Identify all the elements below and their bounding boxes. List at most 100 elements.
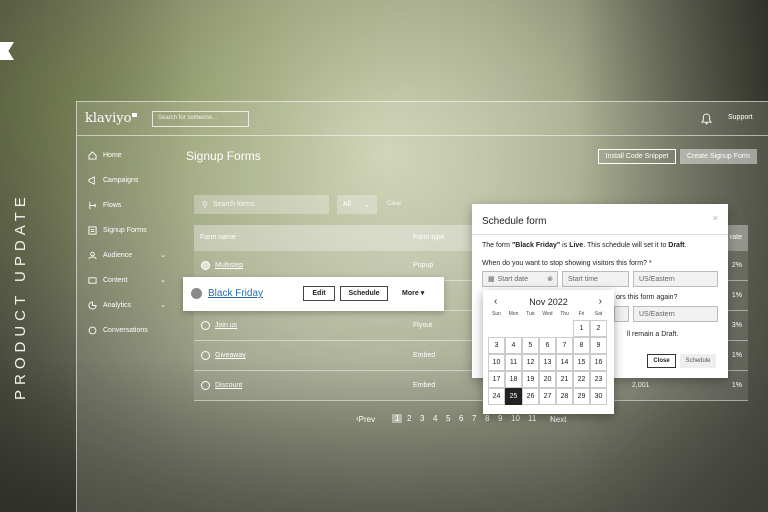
page-1-button[interactable]: 1 xyxy=(392,414,403,423)
calendar-day[interactable]: 10 xyxy=(488,354,505,371)
schedule-button[interactable]: Schedule xyxy=(340,286,388,301)
page-8-button[interactable]: 8 xyxy=(485,414,489,423)
calendar-day[interactable]: 22 xyxy=(573,371,590,388)
desc-form-name: "Black Friday" xyxy=(511,242,561,249)
clear-date-icon[interactable]: ⊗ xyxy=(547,275,553,283)
page-2-button[interactable]: 2 xyxy=(407,414,411,423)
calendar-day[interactable]: 18 xyxy=(505,371,522,388)
resume-time-field[interactable] xyxy=(614,306,629,322)
close-button[interactable]: Close xyxy=(647,354,676,368)
page-4-button[interactable]: 4 xyxy=(433,414,437,423)
calendar-month-label: Nov 2022 xyxy=(529,297,568,307)
page-6-button[interactable]: 6 xyxy=(459,414,463,423)
calendar-day[interactable]: 2 xyxy=(590,320,607,337)
start-time-field[interactable]: Start time xyxy=(562,271,629,287)
form-name-link[interactable]: Black Friday xyxy=(208,288,263,299)
sidebar-item-signup-forms[interactable]: Signup Forms xyxy=(88,223,166,237)
sidebar-item-campaigns[interactable]: Campaigns xyxy=(88,173,166,187)
form-name-link[interactable]: Giveaway xyxy=(215,352,246,359)
calendar-day[interactable]: 13 xyxy=(539,354,556,371)
page-3-button[interactable]: 3 xyxy=(420,414,424,423)
calendar-day[interactable]: 20 xyxy=(539,371,556,388)
calendar-day[interactable]: 15 xyxy=(573,354,590,371)
weekday-label: Mon xyxy=(508,311,519,317)
install-code-snippet-button[interactable]: Install Code Snippet xyxy=(598,149,676,164)
global-search-input[interactable]: Search for someone... xyxy=(152,111,249,127)
stop-question-label: When do you want to stop showing visitor… xyxy=(482,260,652,267)
calendar-day[interactable]: 14 xyxy=(556,354,573,371)
calendar-day[interactable]: 7 xyxy=(556,337,573,354)
column-header-rate[interactable]: rate xyxy=(730,234,742,241)
desc-text: . This schedule will set it to xyxy=(583,242,669,249)
calendar-day[interactable]: 17 xyxy=(488,371,505,388)
desc-status-live: Live xyxy=(569,242,584,249)
calendar-day[interactable]: 16 xyxy=(590,354,607,371)
calendar-day[interactable]: 6 xyxy=(539,337,556,354)
calendar-day[interactable]: 4 xyxy=(505,337,522,354)
more-menu-button[interactable]: More ▾ xyxy=(402,289,424,297)
form-name-link[interactable]: Join us xyxy=(215,322,237,329)
page-11-button[interactable]: 11 xyxy=(528,414,536,423)
calendar-day[interactable]: 3 xyxy=(488,337,505,354)
klaviyo-logo[interactable]: klaviyo xyxy=(85,111,138,126)
page-10-button[interactable]: 10 xyxy=(511,414,520,423)
sidebar-item-content[interactable]: Content ⌄ xyxy=(88,273,166,287)
page-9-button[interactable]: 9 xyxy=(498,414,502,423)
calendar-day[interactable]: 27 xyxy=(539,388,556,405)
calendar-day[interactable]: 24 xyxy=(488,388,505,405)
calendar-day[interactable]: 30 xyxy=(590,388,607,405)
calendar-day[interactable]: 11 xyxy=(505,354,522,371)
calendar-day-selected[interactable]: 25 xyxy=(505,388,522,405)
timezone-select[interactable]: US/Eastern xyxy=(633,271,718,287)
form-name-link[interactable]: Multistep xyxy=(215,262,243,269)
edit-button[interactable]: Edit xyxy=(303,286,335,301)
bell-icon[interactable] xyxy=(701,113,712,125)
support-link[interactable]: Support xyxy=(728,114,753,121)
form-rate: 1% xyxy=(731,352,742,359)
form-name-link[interactable]: Discount xyxy=(215,382,242,389)
calendar-day[interactable]: 26 xyxy=(522,388,539,405)
content-icon xyxy=(88,276,97,284)
column-header-name[interactable]: Form name xyxy=(200,234,236,241)
campaigns-icon xyxy=(88,175,95,185)
sidebar-item-flows[interactable]: Flows xyxy=(88,198,166,212)
timezone-select-2[interactable]: US/Eastern xyxy=(633,306,718,322)
calendar-day[interactable]: 29 xyxy=(573,388,590,405)
calendar-day[interactable]: 8 xyxy=(573,337,590,354)
prev-page-button[interactable]: ‹ Prev xyxy=(356,414,375,424)
analytics-icon xyxy=(88,300,97,310)
form-rate: 1% xyxy=(731,292,742,299)
create-signup-form-button[interactable]: Create Signup Form xyxy=(680,149,757,164)
form-type: Embed xyxy=(413,382,436,389)
calendar-day[interactable]: 19 xyxy=(522,371,539,388)
filter-value: All xyxy=(343,201,351,208)
calendar-day[interactable]: 12 xyxy=(522,354,539,371)
calendar-day[interactable]: 9 xyxy=(590,337,607,354)
calendar-day[interactable]: 21 xyxy=(556,371,573,388)
close-icon[interactable]: × xyxy=(713,213,718,223)
clear-filter-link[interactable]: Clear xyxy=(387,201,401,207)
top-bar: klaviyo Search for someone... Support xyxy=(77,102,768,136)
sidebar-item-analytics[interactable]: Analytics ⌄ xyxy=(88,298,166,312)
start-date-field[interactable]: ▦ Start date ⊗ xyxy=(482,271,558,287)
page-7-button[interactable]: 7 xyxy=(472,414,476,423)
column-header-type[interactable]: Form type xyxy=(413,234,445,241)
page-5-button[interactable]: 5 xyxy=(446,414,450,423)
chevron-right-icon[interactable]: › xyxy=(599,296,602,307)
resume-question-label: ors this form again? xyxy=(616,294,678,301)
next-page-button[interactable]: Next › xyxy=(550,414,566,424)
calendar-day[interactable]: 1 xyxy=(573,320,590,337)
calendar-day[interactable]: 28 xyxy=(556,388,573,405)
calendar-day[interactable]: 5 xyxy=(522,337,539,354)
remain-draft-note: ll remain a Draft. xyxy=(627,331,679,338)
sidebar-item-home[interactable]: Home xyxy=(88,148,166,162)
calendar-day[interactable]: 23 xyxy=(590,371,607,388)
form-filter-select[interactable]: All ⌄ xyxy=(337,195,377,214)
highlighted-form-row[interactable]: Black Friday Edit Schedule More ▾ xyxy=(183,277,444,311)
schedule-confirm-button[interactable]: Schedule xyxy=(680,354,716,368)
weekday-label: Tue xyxy=(526,311,535,317)
search-forms-input[interactable]: ⚲ Search forms xyxy=(194,195,329,214)
calendar-icon: ▦ xyxy=(488,276,495,283)
sidebar-item-audience[interactable]: Audience ⌄ xyxy=(88,248,166,262)
sidebar-item-conversations[interactable]: Conversations xyxy=(88,323,166,337)
